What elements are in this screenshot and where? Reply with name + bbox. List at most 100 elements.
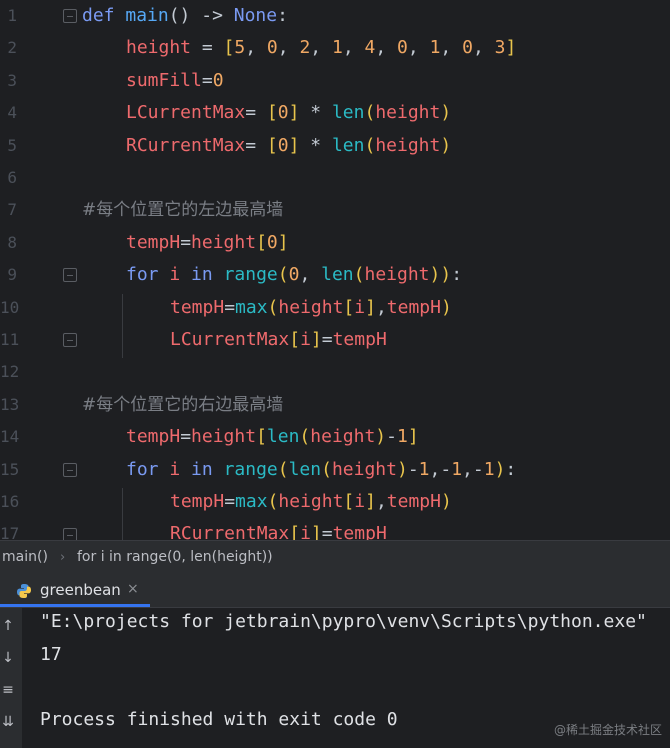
code-token: 0 (397, 37, 408, 59)
code-token: [ (256, 231, 267, 253)
console-output-line: "E:\projects for jetbrain\pypro\venv\Scr… (40, 611, 647, 632)
line-number: 3 (7, 70, 17, 90)
code-token: 0 (266, 37, 278, 59)
run-console[interactable]: ↑ ↓ ≡ ⇊ "E:\projects for jetbrain\pypro\… (0, 608, 670, 748)
code-line[interactable]: 8 tempH=height[0] (0, 227, 670, 259)
code-token: = (245, 102, 267, 124)
code-token: sumFill (126, 69, 202, 91)
code-token: : (451, 264, 463, 286)
code-token: 1 (396, 426, 408, 448)
code-token: ] (365, 491, 376, 512)
arrow-up-icon[interactable]: ↑ (0, 618, 16, 634)
breadcrumb-item-for-loop[interactable]: for i in range(0, len(height)) (77, 541, 273, 574)
breadcrumb-item-main[interactable]: main() (2, 541, 48, 574)
code-line[interactable]: 6 (0, 162, 670, 194)
code-token: [ (256, 426, 267, 448)
code-line[interactable]: 7 #每个位置它的左边最高墙 (0, 194, 670, 226)
code-token: ] (277, 231, 289, 253)
code-token: ( (267, 491, 279, 512)
code-token: None (233, 5, 278, 26)
code-token: * (299, 102, 332, 124)
code-text: #每个位置它的右边最高墙 (82, 389, 283, 421)
code-token: = (224, 491, 236, 512)
code-token: max (235, 296, 268, 318)
run-tool-window-header: greenbean × (0, 574, 670, 608)
console-toolbar: ↑ ↓ ≡ ⇊ (0, 608, 22, 748)
code-token: height (364, 264, 430, 286)
code-token: len (331, 134, 365, 156)
code-line[interactable]: 9 for i in range(0, len(height)): (0, 259, 670, 291)
code-token: LCurrentMax (170, 329, 290, 350)
code-text: height = [5, 0, 2, 1, 4, 0, 1, 0, 3] (126, 32, 516, 64)
code-token: - (407, 458, 419, 480)
code-line[interactable]: 17 RCurrentMax[i]=tempH (0, 518, 670, 540)
code-token: height (278, 491, 344, 512)
code-token: = (224, 296, 236, 318)
close-icon[interactable]: × (127, 581, 139, 597)
code-token: i (300, 523, 311, 540)
code-line[interactable]: 5 RCurrentMax= [0] * len(height) (0, 130, 670, 162)
line-number: 10 (0, 297, 20, 317)
code-token: 0 (266, 231, 278, 253)
code-text: for i in range(len(height)-1,-1,-1): (126, 454, 516, 486)
code-token: ] (288, 102, 300, 124)
code-token: = (180, 231, 192, 253)
code-token: 1 (418, 458, 430, 480)
code-line[interactable]: 16 tempH=max(height[i],tempH) (0, 486, 670, 518)
code-token: ] (310, 329, 322, 350)
code-text: def main() -> None: (82, 0, 288, 32)
code-token: ( (277, 264, 289, 286)
arrow-down-icon[interactable]: ↓ (0, 650, 16, 666)
code-editor[interactable]: 1 def main() -> None: 2 height = [5, 0, 2, … (0, 0, 670, 540)
chevron-right-icon: › (60, 550, 66, 565)
code-token: 1 (451, 458, 463, 480)
code-token: height (278, 296, 344, 318)
code-token: 1 (429, 37, 441, 59)
code-line[interactable]: 10 tempH=max(height[i],tempH) (0, 292, 670, 324)
code-line[interactable]: 2 height = [5, 0, 2, 1, 4, 0, 1, 0, 3] (0, 32, 670, 64)
code-line[interactable]: 4 LCurrentMax= [0] * len(height) (0, 97, 670, 129)
line-number: 13 (0, 394, 20, 414)
code-token: [ (343, 296, 355, 318)
code-text: LCurrentMax[i]=tempH (170, 324, 387, 356)
code-token: ] (365, 296, 376, 318)
code-token: range (223, 264, 278, 286)
code-token: , (375, 491, 387, 512)
code-line[interactable]: 15 for i in range(len(height)-1,-1,-1): (0, 454, 670, 486)
line-number: 15 (0, 459, 20, 479)
code-token: ] (407, 426, 419, 448)
scroll-to-end-icon[interactable]: ⇊ (0, 714, 16, 730)
code-line[interactable]: 13 #每个位置它的右边最高墙 (0, 389, 670, 421)
watermark: @稀土掘金技术社区 (553, 723, 662, 737)
code-token: height (126, 37, 192, 59)
code-line[interactable]: 1 def main() -> None: (0, 0, 670, 32)
code-line[interactable]: 3 sumFill=0 (0, 65, 670, 97)
code-line[interactable]: 11 LCurrentMax[i]=tempH (0, 324, 670, 356)
code-token: , (245, 37, 267, 59)
code-text: tempH=max(height[i],tempH) (170, 292, 452, 324)
code-token: ) (396, 458, 408, 480)
code-token: tempH (332, 329, 387, 350)
code-token: 4 (364, 37, 376, 59)
code-token: , (310, 37, 332, 59)
code-line[interactable]: 14 tempH=height[len(height)-1] (0, 421, 670, 453)
code-token: = (201, 69, 213, 91)
code-token: ( (353, 264, 365, 286)
line-number: 7 (7, 200, 17, 220)
code-token: len (266, 426, 300, 448)
run-tab-label: greenbean (40, 581, 121, 599)
code-token: )) (429, 264, 452, 286)
code-token: tempH (386, 491, 441, 512)
code-token: ] (505, 37, 517, 59)
code-token: ( (299, 426, 311, 448)
code-token: len (321, 264, 354, 286)
code-line[interactable]: 12 (0, 356, 670, 388)
code-token: 0 (277, 134, 289, 156)
code-token: [ (343, 491, 355, 512)
code-token: , (375, 296, 387, 318)
line-number: 11 (0, 330, 20, 349)
soft-wrap-icon[interactable]: ≡ (0, 682, 16, 698)
code-text: #每个位置它的左边最高墙 (82, 194, 283, 226)
run-tab-greenbean[interactable]: greenbean × (0, 574, 150, 607)
code-token: 0 (462, 37, 473, 59)
